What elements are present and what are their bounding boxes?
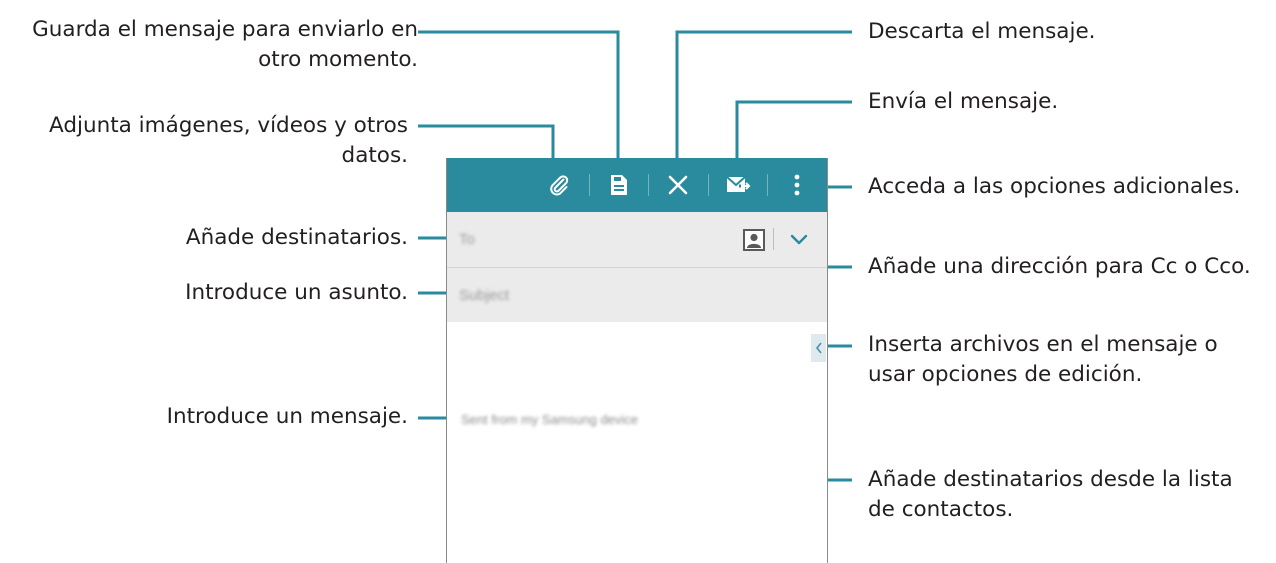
callout-message-label: Introduce un mensaje. xyxy=(167,402,408,432)
save-draft-button[interactable] xyxy=(597,158,641,212)
attach-button[interactable] xyxy=(537,158,581,212)
callout-send-text: Envía el mensaje. xyxy=(868,89,1059,114)
contact-card-icon xyxy=(743,229,765,251)
email-compose-screen: Sent from my Samsung device xyxy=(446,158,828,563)
callout-contacts-label: Añade destinatarios desde la lista de co… xyxy=(868,465,1233,525)
callout-more-label: Acceda a las opciones adicionales. xyxy=(868,172,1240,202)
message-body-signature[interactable]: Sent from my Samsung device xyxy=(461,412,638,427)
subject-row xyxy=(447,268,827,322)
cc-bcc-button[interactable] xyxy=(785,226,813,254)
close-icon xyxy=(668,175,688,195)
cc-divider xyxy=(773,228,774,250)
callout-message-text: Introduce un mensaje. xyxy=(166,404,408,429)
more-options-button[interactable] xyxy=(775,158,819,212)
to-row xyxy=(447,212,827,268)
save-draft-icon xyxy=(611,175,627,195)
callout-insert-text: Inserta archivos en el mensaje o usar op… xyxy=(868,332,1218,387)
action-bar-divider xyxy=(589,174,590,196)
callout-subject-text: Introduce un asunto. xyxy=(185,280,408,305)
action-bar xyxy=(447,158,827,212)
discard-button[interactable] xyxy=(656,158,700,212)
send-mail-icon xyxy=(726,176,751,192)
action-bar-divider xyxy=(648,174,649,196)
chevron-down-icon xyxy=(790,234,808,245)
callout-save-label: Guarda el mensaje para enviarlo en otro … xyxy=(32,15,418,75)
callout-contacts-text: Añade destinatarios desde la lista de co… xyxy=(868,467,1233,522)
callout-discard-text: Descarta el mensaje. xyxy=(868,19,1096,44)
insert-options-tab[interactable] xyxy=(811,334,826,362)
callout-send-label: Envía el mensaje. xyxy=(868,87,1058,117)
contacts-button[interactable] xyxy=(741,227,767,253)
callout-line-discard xyxy=(675,30,852,175)
callout-insert-label: Inserta archivos en el mensaje o usar op… xyxy=(868,330,1218,390)
annotated-screenshot: Sent from my Samsung device Guarda el me… xyxy=(0,0,1276,563)
callout-cc-label: Añade una dirección para Cc o Cco. xyxy=(868,252,1251,282)
callout-discard-label: Descarta el mensaje. xyxy=(868,17,1096,47)
callout-attach-text: Adjunta imágenes, vídeos y otros datos. xyxy=(49,113,408,168)
callout-line-save xyxy=(418,30,620,175)
paperclip-icon xyxy=(550,175,569,196)
callout-save-text: Guarda el mensaje para enviarlo en otro … xyxy=(32,17,418,72)
chevron-left-icon xyxy=(815,342,822,354)
action-bar-divider xyxy=(708,174,709,196)
callout-attach-label: Adjunta imágenes, vídeos y otros datos. xyxy=(49,111,408,171)
subject-field[interactable] xyxy=(459,282,719,308)
callout-subject-label: Introduce un asunto. xyxy=(185,278,408,308)
callout-cc-text: Añade una dirección para Cc o Cco. xyxy=(868,254,1251,279)
overflow-menu-icon xyxy=(794,174,800,196)
callout-more-text: Acceda a las opciones adicionales. xyxy=(868,174,1241,199)
callout-recipients-label: Añade destinatarios. xyxy=(186,223,408,253)
send-button[interactable] xyxy=(716,158,760,212)
callout-recipients-text: Añade destinatarios. xyxy=(185,225,408,250)
action-bar-divider xyxy=(767,174,768,196)
to-field[interactable] xyxy=(459,226,719,252)
